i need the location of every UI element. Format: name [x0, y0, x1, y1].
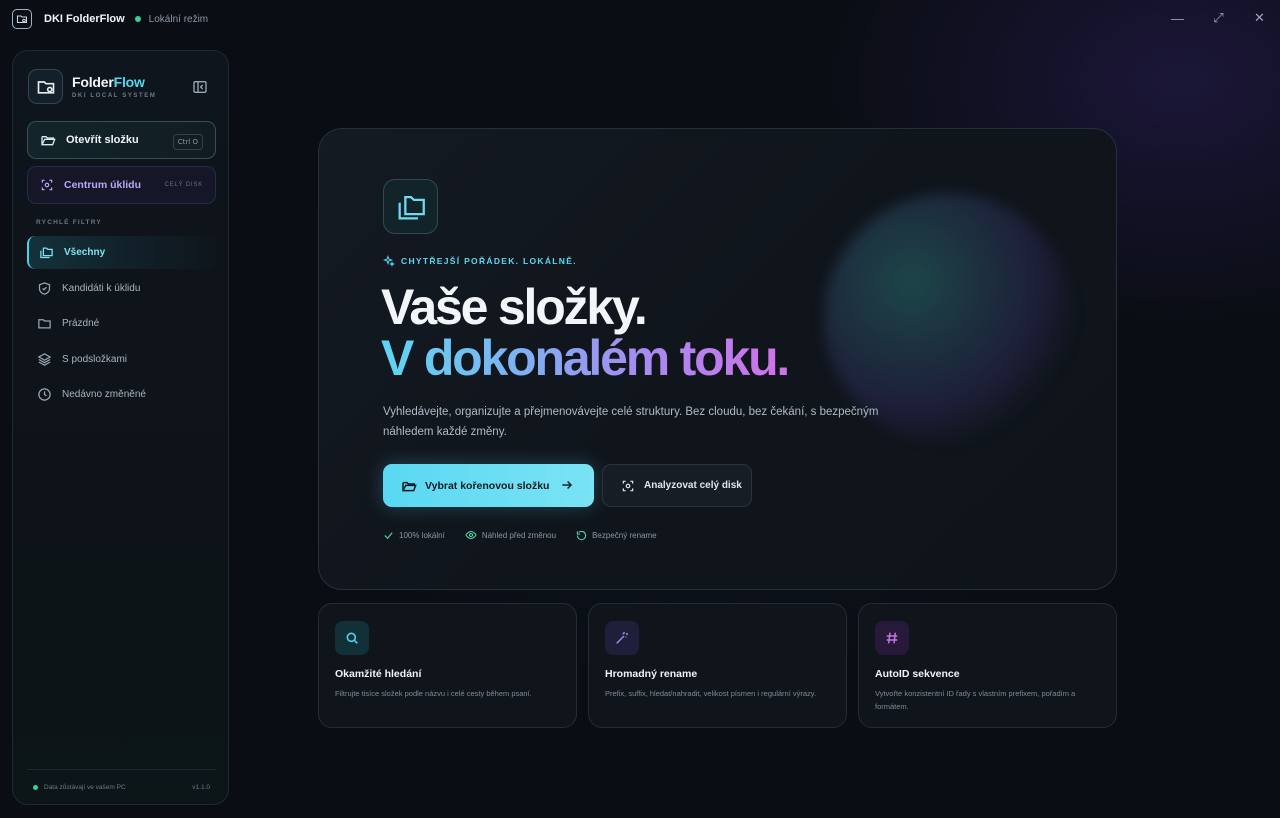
open-folder-label: Otevřít složku [66, 134, 139, 146]
footer-privacy-text: Data zůstávají ve vašem PC [44, 783, 126, 791]
feature-description: Prefix, suffix, hledat/nahradit, velikos… [605, 689, 817, 698]
open-folder-button[interactable]: Otevřít složku Ctrl O [27, 121, 216, 159]
shortcut-badge: Ctrl O [172, 134, 203, 150]
quick-filters-heading: RYCHLÉ FILTRY [36, 219, 102, 226]
minimize-button[interactable]: — [1157, 0, 1198, 36]
badge-safe-rename: Bezpečný rename [576, 530, 657, 541]
hero-headline: Vaše složky. V dokonalém toku. [381, 279, 790, 386]
folder-open-icon [402, 481, 417, 491]
select-root-folder-button[interactable]: Vybrat kořenovou složku [383, 464, 594, 507]
brand-folder-icon [28, 69, 63, 104]
magic-wand-icon [605, 621, 639, 655]
app-logo-icon [12, 9, 32, 29]
hero-description: Vyhledávejte, organizujte a přejmenováve… [383, 406, 879, 438]
hash-icon [875, 621, 909, 655]
nav-label: Prázdné [62, 318, 100, 329]
feature-description: Vytvořte konzistentní ID řady s vlastním… [875, 689, 1076, 711]
badge-local: 100% lokální [383, 530, 445, 541]
folder-open-icon [41, 136, 56, 146]
nav-item-cleanup-candidates[interactable]: Kandidáti k úklidu [27, 272, 216, 305]
brand-subtitle: DKI LOCAL SYSTEM [72, 93, 157, 99]
brand-name: FolderFlow [72, 74, 145, 90]
brand: FolderFlow DKI LOCAL SYSTEM [28, 69, 157, 104]
mode-label: Lokální režim [148, 13, 209, 25]
tagline-text: CHYTŘEJŠÍ POŘÁDEK. LOKÁLNĚ. [401, 256, 577, 266]
search-icon [335, 621, 369, 655]
cleanup-center-label: Centrum úklidu [64, 179, 142, 191]
feature-title: Hromadný rename [605, 668, 698, 680]
headline-line-1: Vaše složky. [381, 279, 648, 335]
nav-item-with-subfolders[interactable]: S podsložkami [27, 343, 216, 376]
nav-label: Nedávno změněné [62, 389, 146, 400]
eye-icon [465, 530, 477, 540]
folders-icon [40, 247, 53, 259]
feature-title: Okamžité hledání [335, 668, 422, 680]
local-status-dot [33, 784, 38, 790]
shield-check-icon [38, 281, 51, 295]
quick-filters-list: Všechny Kandidáti k úklidu Prázdné S pod… [27, 236, 216, 414]
feature-card-autoid: AutoID sekvence Vytvořte konzistentní ID… [858, 603, 1117, 728]
analyze-disk-button[interactable]: Analyzovat celý disk [602, 464, 752, 507]
select-root-folder-label: Vybrat kořenovou složku [425, 479, 550, 492]
folder-icon [38, 319, 51, 329]
undo-icon [576, 530, 587, 540]
headline-line-2: V dokonalém toku. [381, 330, 790, 386]
check-icon [384, 531, 393, 539]
cleanup-center-button[interactable]: Centrum úklidu CELÝ DISK [27, 166, 216, 204]
nav-label: S podsložkami [62, 353, 128, 365]
feature-title: AutoID sekvence [875, 668, 960, 680]
sidebar: FolderFlow DKI LOCAL SYSTEM Otevřít slož… [12, 50, 229, 805]
badge-text: Bezpečný rename [592, 530, 657, 540]
sidebar-footer: Data zůstávají ve vašem PC v1.1.0 [27, 769, 216, 804]
version-label: v1.1.0 [192, 783, 210, 791]
layers-icon [37, 352, 52, 366]
app-title: DKI FolderFlow [44, 13, 125, 25]
collapse-sidebar-icon[interactable] [192, 79, 208, 95]
window-controls: — ⤢ ✕ [1157, 0, 1280, 38]
clock-icon [38, 388, 51, 401]
nav-label: Kandidáti k úklidu [62, 282, 141, 294]
feature-badges: 100% lokální Náhled před změnou Bezpečný… [383, 529, 677, 541]
status-dot [134, 16, 141, 22]
cleanup-tag: CELÝ DISK [164, 182, 203, 188]
tagline: CHYTŘEJŠÍ POŘÁDEK. LOKÁLNĚ. [383, 255, 577, 267]
hero-card: CHYTŘEJŠÍ POŘÁDEK. LOKÁLNĚ. Vaše složky.… [318, 128, 1117, 590]
nav-label: Všechny [64, 247, 106, 258]
feature-description: Filtrujte tisíce složek podle názvu i ce… [335, 689, 532, 698]
hero-folders-icon [383, 179, 438, 234]
badge-text: 100% lokální [399, 530, 445, 540]
close-button[interactable]: ✕ [1239, 0, 1280, 36]
feature-card-search: Okamžité hledání Filtrujte tisíce složek… [318, 603, 577, 728]
nav-item-empty[interactable]: Prázdné [27, 307, 216, 340]
arrow-right-icon [562, 481, 573, 489]
feature-card-rename: Hromadný rename Prefix, suffix, hledat/n… [588, 603, 847, 728]
badge-text: Náhled před změnou [481, 530, 557, 540]
maximize-button[interactable]: ⤢ [1198, 0, 1239, 36]
title-bar: DKI FolderFlow Lokální režim — ⤢ ✕ [0, 0, 1280, 38]
nav-item-recently-changed[interactable]: Nedávno změněné [27, 378, 216, 411]
scan-icon [622, 480, 634, 491]
nav-item-all[interactable]: Všechny [27, 236, 216, 269]
badge-preview: Náhled před změnou [465, 529, 556, 541]
analyze-disk-label: Analyzovat celý disk [644, 480, 742, 491]
scan-icon [41, 179, 53, 191]
sparkles-icon [383, 255, 395, 267]
